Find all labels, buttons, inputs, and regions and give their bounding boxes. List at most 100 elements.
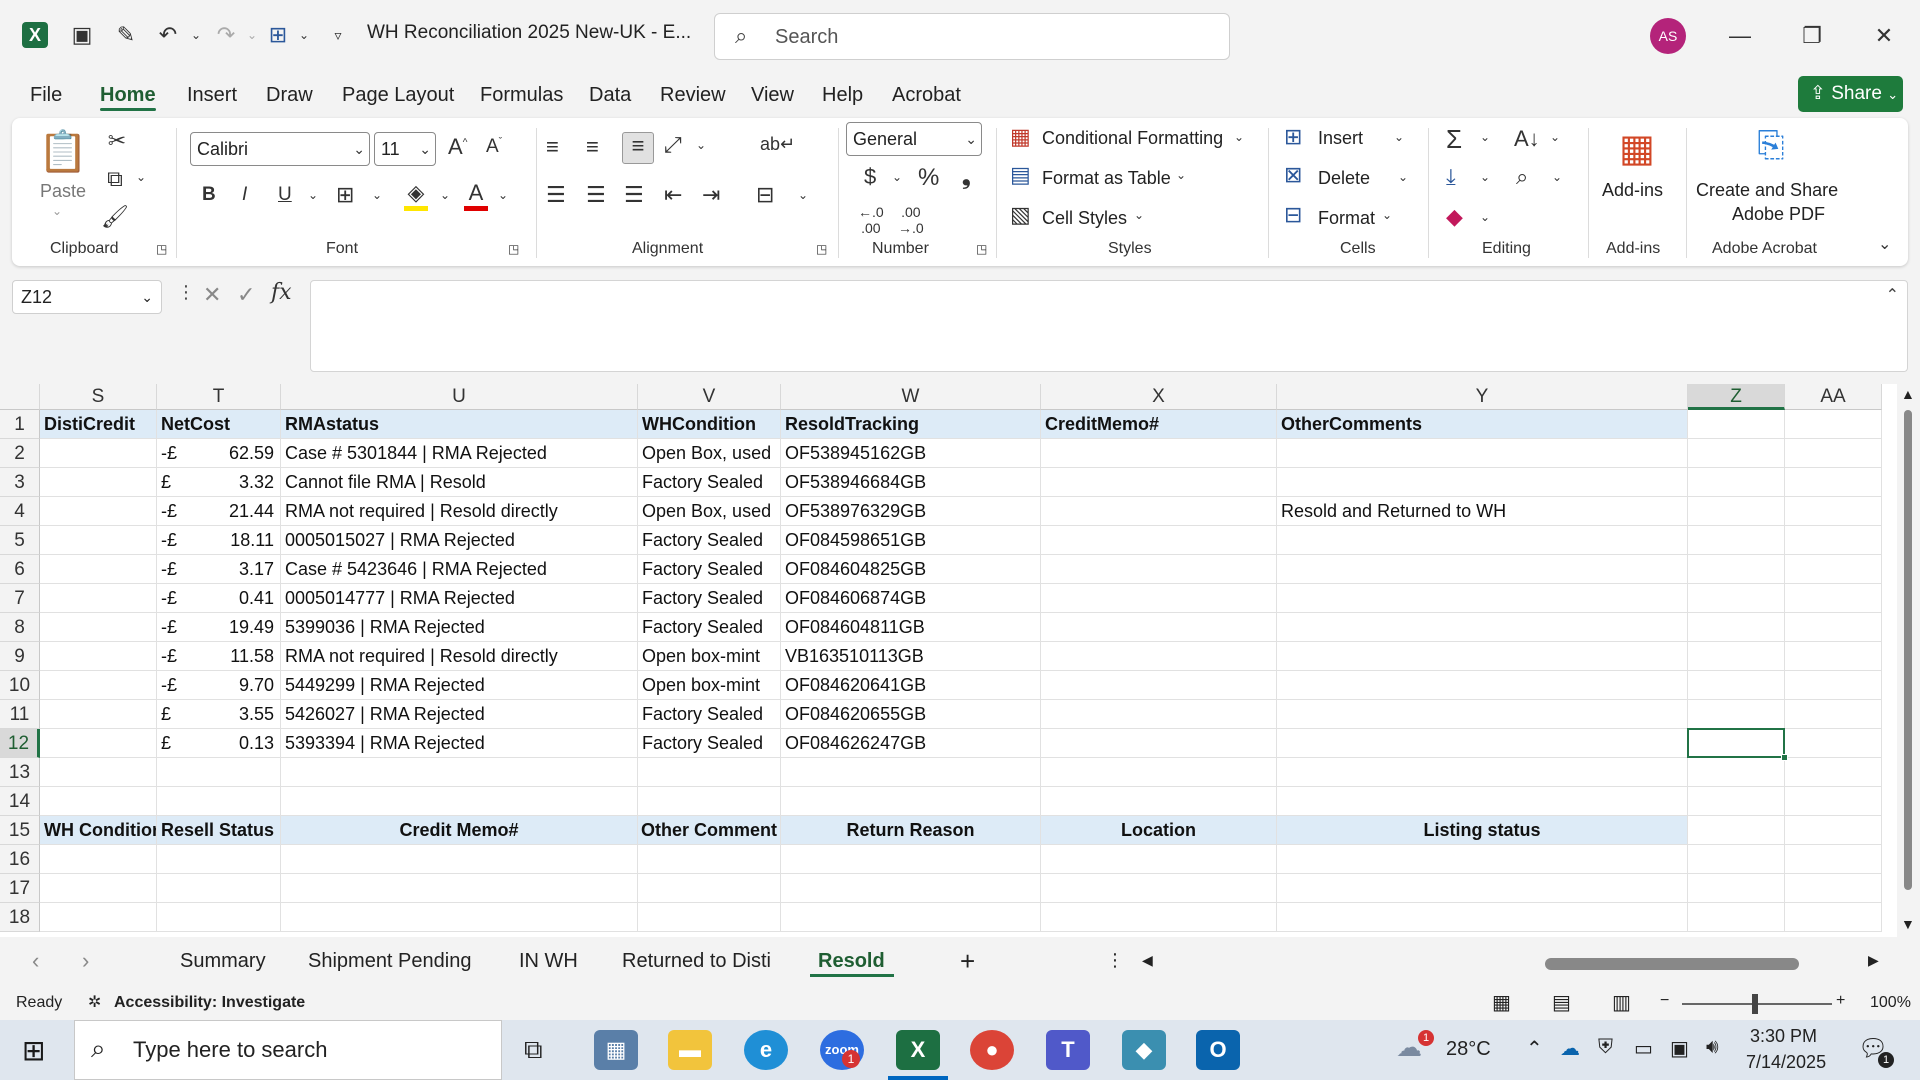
autosum-dropdown-icon[interactable]: ⌄	[1480, 130, 1490, 144]
other-comments-cell[interactable]	[1277, 729, 1688, 758]
chrome-app-icon[interactable]: ●	[970, 1030, 1014, 1070]
app-diamond-icon[interactable]: ◆	[1122, 1030, 1166, 1070]
paste-label[interactable]: Paste	[40, 181, 86, 202]
resold-tracking-cell[interactable]: OF084604825GB	[781, 555, 1041, 584]
cell[interactable]	[1041, 613, 1277, 642]
clear-dropdown-icon[interactable]: ⌄	[1480, 210, 1490, 224]
sort-filter-icon[interactable]: A↓	[1514, 126, 1540, 152]
cell[interactable]	[1785, 700, 1882, 729]
create-pdf-icon[interactable]: ⎘	[1746, 126, 1796, 165]
windows-start-icon[interactable]: ⊞	[22, 1034, 45, 1067]
clear-icon[interactable]: ◆	[1446, 204, 1463, 230]
row-header[interactable]: 17	[0, 874, 40, 903]
autosum-icon[interactable]: Σ	[1446, 124, 1462, 155]
other-comments-cell[interactable]	[1277, 671, 1688, 700]
format-painter-icon[interactable]: 🖌	[100, 204, 130, 230]
resold-tracking-cell[interactable]: OF538976329GB	[781, 497, 1041, 526]
cell[interactable]	[1785, 671, 1882, 700]
find-select-dropdown-icon[interactable]: ⌄	[1552, 170, 1562, 184]
formula-input[interactable]: ⌃	[310, 280, 1908, 372]
borders-dropdown-icon[interactable]: ⌄	[290, 20, 318, 50]
italic-icon[interactable]: I	[242, 184, 247, 206]
wh-condition-cell[interactable]: Factory Sealed	[638, 584, 781, 613]
cell[interactable]	[1785, 497, 1882, 526]
create-share-pdf-line1[interactable]: Create and Share	[1696, 180, 1838, 201]
wh-condition-cell[interactable]: Open box-mint	[638, 642, 781, 671]
increase-decimal-icon[interactable]: ←.0.00	[858, 204, 884, 236]
cell[interactable]	[1785, 439, 1882, 468]
tab-in-wh[interactable]: IN WH	[519, 950, 578, 973]
netcost-cell[interactable]: -£ 0.41	[157, 584, 281, 613]
netcost-cell[interactable]: -£ 62.59	[157, 439, 281, 468]
cell[interactable]	[1688, 903, 1785, 932]
page-layout-view-icon[interactable]: ▤	[1552, 990, 1571, 1015]
tab-returned-to-disti[interactable]: Returned to Disti	[622, 950, 771, 973]
clock-date[interactable]: 7/14/2025	[1746, 1052, 1826, 1073]
cell[interactable]	[1785, 526, 1882, 555]
cell[interactable]	[1041, 468, 1277, 497]
bold-icon[interactable]: B	[202, 184, 216, 206]
number-launcher-icon[interactable]: ◳	[976, 242, 987, 256]
cell[interactable]	[1785, 787, 1882, 816]
rma-status-cell[interactable]: Case # 5423646 | RMA Rejected	[281, 555, 638, 584]
cell[interactable]	[40, 642, 157, 671]
rma-status-cell[interactable]: Cannot file RMA | Resold	[281, 468, 638, 497]
cell[interactable]	[781, 845, 1041, 874]
row-header[interactable]: 4	[0, 497, 40, 526]
cell[interactable]	[1785, 845, 1882, 874]
row-header[interactable]: 18	[0, 903, 40, 932]
other-comments-cell[interactable]	[1277, 642, 1688, 671]
cell[interactable]	[1785, 729, 1882, 758]
zoom-in-icon[interactable]: +	[1836, 992, 1845, 1010]
increase-font-icon[interactable]: A^	[448, 134, 467, 160]
search-input[interactable]: ⌕ Search	[714, 13, 1230, 60]
chevron-down-icon[interactable]: ⌄	[1398, 170, 1408, 184]
header-cell[interactable]: CreditMemo#	[1041, 410, 1277, 439]
zoom-level[interactable]: 100%	[1870, 994, 1911, 1012]
copy-icon[interactable]: ⧉	[100, 166, 130, 192]
cell[interactable]	[1785, 468, 1882, 497]
column-header-t[interactable]: T	[157, 384, 281, 410]
cell[interactable]	[1688, 584, 1785, 613]
menu-review[interactable]: Review	[660, 84, 726, 107]
rma-status-cell[interactable]: RMA not required | Resold directly	[281, 497, 638, 526]
align-top-icon[interactable]: ≡	[546, 134, 559, 160]
cell[interactable]	[638, 845, 781, 874]
percent-icon[interactable]: %	[918, 164, 939, 192]
cell[interactable]	[1688, 526, 1785, 555]
resold-tracking-cell[interactable]: OF084626247GB	[781, 729, 1041, 758]
resold-tracking-cell[interactable]: VB163510113GB	[781, 642, 1041, 671]
name-box[interactable]: Z12 ⌄	[12, 280, 162, 314]
calculator-app-icon[interactable]: ▦	[594, 1030, 638, 1070]
vertical-scrollbar[interactable]: ▲ ▼	[1897, 384, 1919, 937]
page-break-view-icon[interactable]: ▥	[1612, 990, 1631, 1015]
wh-condition-cell[interactable]: Factory Sealed	[638, 526, 781, 555]
align-middle-icon[interactable]: ≡	[586, 134, 599, 160]
selected-cell[interactable]	[1687, 728, 1785, 758]
cell[interactable]	[1041, 874, 1277, 903]
cell[interactable]	[40, 700, 157, 729]
rma-status-cell[interactable]: 5399036 | RMA Rejected	[281, 613, 638, 642]
column-header-v[interactable]: V	[638, 384, 781, 410]
other-comments-cell[interactable]	[1277, 700, 1688, 729]
cell[interactable]	[1277, 903, 1688, 932]
cell[interactable]	[40, 468, 157, 497]
cell[interactable]	[1041, 526, 1277, 555]
battery-icon[interactable]: ▭	[1634, 1036, 1653, 1061]
column-header-u[interactable]: U	[281, 384, 638, 410]
netcost-cell[interactable]: -£ 18.11	[157, 526, 281, 555]
restore-icon[interactable]: ❐	[1792, 18, 1832, 54]
currency-dropdown-icon[interactable]: ⌄	[892, 170, 902, 184]
row-header[interactable]: 12	[0, 729, 40, 758]
undo-icon[interactable]: ↶	[154, 20, 182, 50]
sort-filter-dropdown-icon[interactable]: ⌄	[1550, 130, 1560, 144]
rma-status-cell[interactable]: 5426027 | RMA Rejected	[281, 700, 638, 729]
onedrive-icon[interactable]: ☁	[1560, 1036, 1580, 1061]
netcost-cell[interactable]: -£ 19.49	[157, 613, 281, 642]
cell[interactable]	[1041, 555, 1277, 584]
font-size-select[interactable]: 11 ⌄	[374, 132, 436, 166]
cell[interactable]	[1785, 903, 1882, 932]
show-hidden-icons-icon[interactable]: ⌃	[1526, 1036, 1543, 1061]
cell[interactable]	[1688, 439, 1785, 468]
taskbar-search-input[interactable]: ⌕ Type here to search	[74, 1020, 502, 1080]
